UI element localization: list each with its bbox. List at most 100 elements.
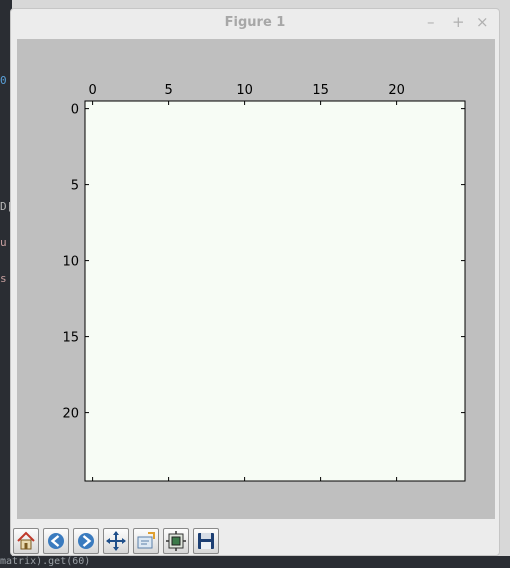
heatmap-cell [297, 450, 314, 467]
heatmap-cell [282, 207, 299, 223]
heatmap-cell [130, 283, 147, 299]
heatmap-cell [100, 268, 116, 284]
heatmap-cell [297, 359, 314, 375]
title-bar[interactable]: Figure 1 – + × [11, 9, 499, 39]
heatmap-cell [130, 313, 147, 330]
heatmap-cell [145, 177, 162, 193]
heatmap-cell [130, 131, 147, 147]
heatmap-cell [252, 298, 268, 315]
x-tick-label: 15 [312, 83, 329, 98]
heatmap-cell [176, 344, 192, 360]
heatmap-cell [221, 344, 238, 360]
heatmap-cell [145, 222, 162, 239]
heatmap-cell [373, 389, 390, 406]
heatmap-cell [434, 389, 451, 406]
heatmap-cell [389, 222, 405, 239]
heatmap-cell [237, 222, 253, 239]
heatmap-cell [434, 450, 451, 467]
heatmap-cell [237, 268, 253, 284]
heatmap-cell [328, 435, 344, 451]
heatmap-cell [313, 313, 329, 330]
heatmap-cell [191, 313, 207, 330]
heatmap-cell [191, 253, 207, 269]
heatmap-cell [115, 207, 131, 223]
heatmap-cell [252, 359, 268, 375]
background-code-fragment: u [0, 236, 7, 249]
heatmap-cell [221, 237, 238, 254]
heatmap-cell [221, 389, 238, 406]
heatmap-cell [419, 465, 435, 482]
heatmap-cell [221, 359, 238, 375]
heatmap-cell [115, 344, 131, 360]
heatmap-cell [313, 161, 329, 178]
heatmap-cell [252, 253, 268, 269]
heatmap-cell [145, 161, 162, 178]
heatmap-cell [328, 177, 344, 193]
heatmap-cell [419, 237, 435, 254]
heatmap-cell [130, 374, 147, 391]
heatmap-cell [85, 420, 101, 436]
heatmap-cell [252, 177, 268, 193]
save-button[interactable] [193, 528, 219, 554]
heatmap-cell [328, 389, 344, 406]
heatmap-cell [328, 344, 344, 360]
heatmap-cell [449, 192, 466, 208]
background-code-line: matrix).get(60) [0, 556, 510, 568]
heatmap-cell [237, 374, 253, 391]
zoom-button[interactable] [133, 528, 159, 554]
pan-button[interactable] [103, 528, 129, 554]
home-button[interactable] [13, 528, 39, 554]
heatmap-cell [206, 374, 223, 391]
heatmap-cell [389, 268, 405, 284]
y-tick-label: 20 [62, 407, 79, 422]
heatmap-cell [434, 359, 451, 375]
heatmap-cell [267, 450, 283, 467]
figure-canvas[interactable]: 0 5 10 15 20 0 5 10 15 20 [17, 39, 495, 519]
heatmap-cell [267, 146, 283, 163]
heatmap-cell [358, 329, 375, 345]
heatmap-cell [434, 192, 451, 208]
forward-button[interactable] [73, 528, 99, 554]
heatmap-cell [358, 222, 375, 239]
heatmap-cell [145, 389, 162, 406]
heatmap-cell [145, 131, 162, 147]
heatmap-cell [206, 298, 223, 315]
back-button[interactable] [43, 528, 69, 554]
heatmap-cell [85, 222, 101, 239]
heatmap-cell [419, 405, 435, 421]
heatmap-cell [130, 192, 147, 208]
heatmap-cell [328, 374, 344, 391]
heatmap-cell [404, 359, 420, 375]
heatmap-cell [145, 374, 162, 391]
heatmap-cell [389, 329, 405, 345]
heatmap-cell [130, 116, 147, 132]
heatmap-cell [130, 207, 147, 223]
heatmap-cell [389, 313, 405, 330]
heatmap-cell [206, 222, 223, 239]
heatmap-cell [206, 237, 223, 254]
heatmap-cell [373, 420, 390, 436]
x-tick-label: 10 [236, 83, 253, 98]
x-tick-label: 20 [388, 83, 405, 98]
heatmap-cell [282, 420, 299, 436]
figure-window: Figure 1 – + × 0 5 10 15 20 0 5 10 15 20 [10, 8, 500, 556]
heatmap-cell [100, 359, 116, 375]
heatmap-cell [176, 420, 192, 436]
heatmap-cell [191, 465, 207, 482]
subplots-icon [166, 531, 186, 551]
heatmap-cell [373, 268, 390, 284]
heatmap-cell [358, 268, 375, 284]
heatmap-cell [328, 207, 344, 223]
minimize-button[interactable]: – [427, 13, 435, 31]
heatmap-cell [237, 435, 253, 451]
heatmap-cell [358, 192, 375, 208]
subplots-button[interactable] [163, 528, 189, 554]
heatmap-cell [389, 161, 405, 178]
heatmap-cell [145, 450, 162, 467]
heatmap-cell [449, 131, 466, 147]
close-button[interactable]: × [476, 13, 489, 31]
heatmap-cell [176, 101, 192, 117]
maximize-button[interactable]: + [452, 13, 465, 31]
heatmap-cell [282, 101, 299, 117]
heatmap-cell [404, 222, 420, 239]
